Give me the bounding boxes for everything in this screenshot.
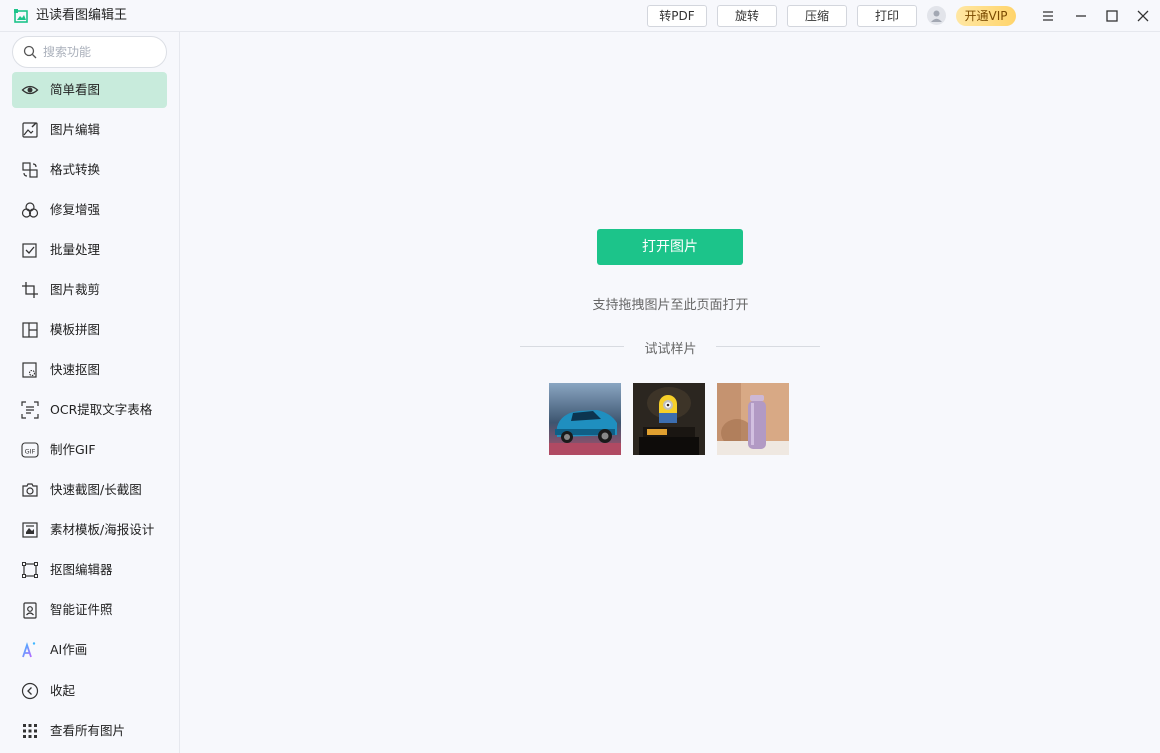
crop-icon	[22, 282, 38, 298]
sidebar-item-enhance[interactable]: 修复增强	[12, 192, 167, 228]
enhance-icon	[21, 202, 39, 218]
sidebar-item-label: 查看所有图片	[50, 723, 126, 738]
gif-icon: GIF	[21, 442, 39, 458]
sidebar-item-cutout-editor[interactable]: 抠图编辑器	[12, 552, 167, 588]
sidebar-item-label: 智能证件照	[50, 602, 113, 617]
image-edit-icon	[22, 122, 38, 138]
collage-icon	[22, 322, 38, 338]
sample-image-car[interactable]	[549, 383, 621, 455]
sidebar-item-simple-view[interactable]: 简单看图	[12, 72, 167, 108]
id-photo-icon	[23, 602, 37, 619]
to-pdf-button[interactable]: 转PDF	[647, 5, 707, 27]
search-icon	[23, 45, 37, 59]
print-button[interactable]: 打印	[857, 5, 917, 27]
sidebar-item-label: 格式转换	[50, 162, 101, 177]
collapse-icon	[21, 682, 39, 700]
menu-icon[interactable]	[1038, 6, 1058, 26]
compress-button[interactable]: 压缩	[787, 5, 847, 27]
sidebar-item-poster[interactable]: 素材模板/海报设计	[12, 512, 167, 548]
minimize-icon[interactable]	[1071, 6, 1091, 26]
grid-icon	[23, 724, 37, 738]
sidebar-item-label: 制作GIF	[50, 442, 96, 457]
sidebar-item-label: AI作画	[50, 642, 88, 657]
open-image-button[interactable]: 打开图片	[597, 229, 743, 265]
user-icon	[931, 10, 942, 22]
sidebar-item-crop[interactable]: 图片裁剪	[12, 272, 167, 308]
app-title: 迅读看图编辑王	[36, 8, 128, 23]
sidebar-item-label: 快速截图/长截图	[50, 482, 142, 497]
sidebar-item-image-edit[interactable]: 图片编辑	[12, 112, 167, 148]
sidebar-item-label: 图片编辑	[50, 122, 101, 137]
sidebar-item-all-images[interactable]: 查看所有图片	[12, 713, 167, 749]
sidebar-item-label: 收起	[50, 683, 76, 698]
cutout-editor-icon	[22, 562, 38, 578]
vip-button[interactable]: 开通VIP	[956, 6, 1016, 26]
rotate-button[interactable]: 旋转	[717, 5, 777, 27]
sidebar-item-gif[interactable]: GIF 制作GIF	[12, 432, 167, 468]
camera-icon	[22, 483, 38, 497]
poster-icon	[22, 522, 38, 538]
sidebar-item-ocr[interactable]: OCR提取文字表格	[12, 392, 167, 428]
sidebar-item-label: 抠图编辑器	[50, 562, 113, 577]
sidebar-item-screenshot[interactable]: 快速截图/长截图	[12, 472, 167, 508]
sidebar-item-cutout[interactable]: 快速抠图	[12, 352, 167, 388]
sample-image-bottle[interactable]	[717, 383, 789, 455]
sidebar-item-label: 批量处理	[50, 242, 101, 257]
ocr-icon	[21, 401, 39, 419]
sidebar-item-collage[interactable]: 模板拼图	[12, 312, 167, 348]
sidebar-item-ai-paint[interactable]: AI作画	[12, 632, 167, 668]
title-bar: 迅读看图编辑王 转PDF 旋转 压缩 打印 开通VIP	[0, 0, 1160, 32]
maximize-icon[interactable]	[1102, 6, 1122, 26]
search-box[interactable]	[12, 36, 167, 68]
search-input[interactable]	[43, 43, 161, 61]
avatar[interactable]	[927, 6, 946, 25]
eye-icon	[21, 85, 39, 95]
sidebar-item-label: OCR提取文字表格	[50, 402, 153, 417]
sidebar-item-format-convert[interactable]: 格式转换	[12, 152, 167, 188]
sidebar-collapse[interactable]: 收起	[12, 673, 167, 709]
sidebar-item-batch[interactable]: 批量处理	[12, 232, 167, 268]
sidebar-item-label: 模板拼图	[50, 322, 101, 337]
sidebar: 简单看图 图片编辑 格式转换 修复增强 批量处理	[0, 32, 180, 753]
sidebar-item-label: 素材模板/海报设计	[50, 522, 155, 537]
sidebar-item-id-photo[interactable]: 智能证件照	[12, 592, 167, 628]
samples-label: 试试样片	[644, 342, 697, 357]
cutout-icon	[22, 362, 37, 378]
batch-icon	[22, 243, 37, 258]
svg-text:GIF: GIF	[25, 448, 36, 456]
sidebar-item-label: 简单看图	[50, 82, 101, 97]
sidebar-item-label: 修复增强	[50, 202, 101, 217]
drag-hint: 支持拖拽图片至此页面打开	[592, 298, 749, 313]
divider-right	[716, 346, 820, 347]
sidebar-item-label: 快速抠图	[50, 362, 101, 377]
sample-image-minion[interactable]	[633, 383, 705, 455]
main-area: 打开图片 支持拖拽图片至此页面打开 试试样片	[181, 33, 1160, 753]
format-convert-icon	[22, 162, 38, 178]
ai-paint-icon	[22, 642, 36, 658]
app-logo-icon	[14, 9, 28, 23]
close-icon[interactable]	[1133, 6, 1153, 26]
sidebar-item-label: 图片裁剪	[50, 282, 101, 297]
